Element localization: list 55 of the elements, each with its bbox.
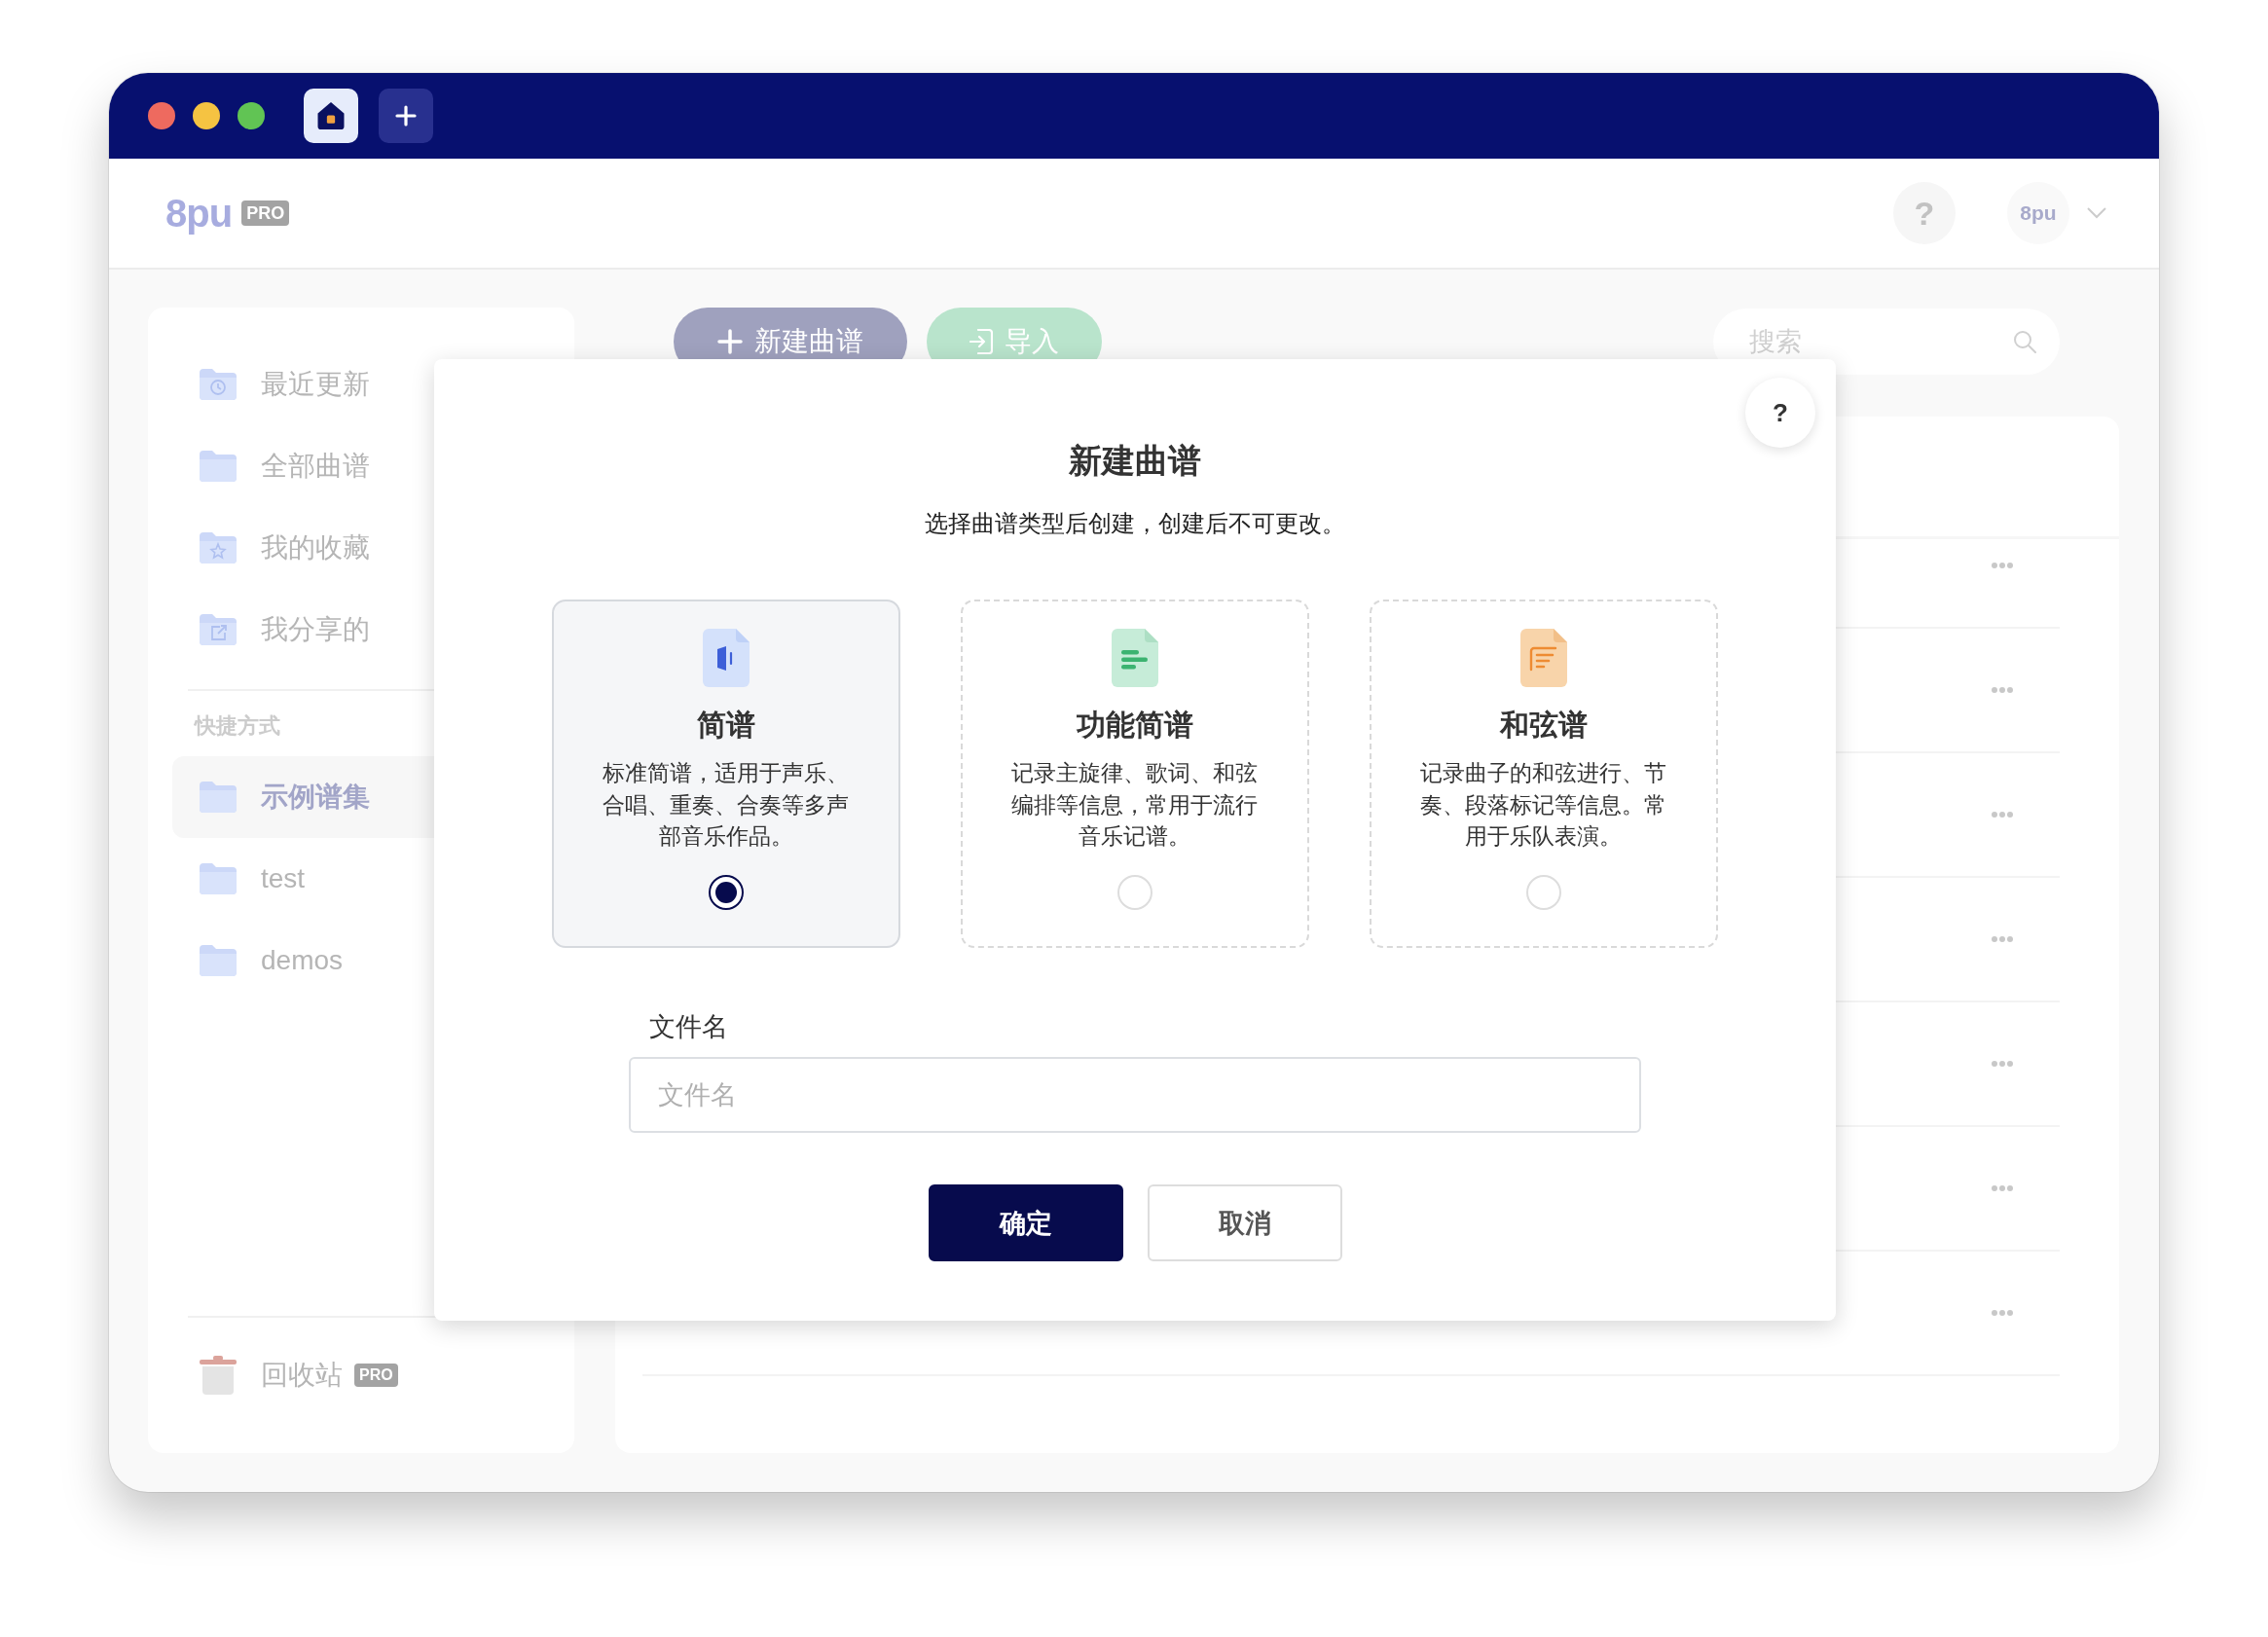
option-description: 记录主旋律、歌词、和弦编排等信息，常用于流行音乐记谱。 [1010, 759, 1260, 851]
folder-icon [200, 863, 237, 894]
folder-icon [200, 782, 237, 813]
sidebar-item[interactable]: 最近更新 [148, 344, 574, 425]
trash-icon [200, 1356, 237, 1395]
pro-badge: PRO [241, 200, 290, 226]
dialog-subtitle: 选择曲谱类型后创建，创建后不可更改。 [925, 509, 1345, 538]
filename-field[interactable]: 文件名 [629, 1057, 1641, 1133]
confirm-button[interactable]: 确定 [928, 1184, 1123, 1261]
close-icon[interactable] [148, 102, 175, 129]
minimize-icon[interactable] [193, 102, 220, 129]
user-avatar[interactable]: 8pu [2007, 182, 2069, 244]
help-button[interactable]: ? [1745, 378, 1815, 448]
new-tab-button[interactable] [379, 89, 433, 143]
radio-button[interactable] [709, 874, 744, 910]
more-icon[interactable] [1992, 1310, 2013, 1316]
home-icon [316, 102, 346, 129]
import-icon [969, 329, 993, 354]
folder-star-icon [200, 532, 237, 564]
home-tab[interactable] [304, 89, 358, 143]
folder-clock-icon [200, 369, 237, 400]
logo[interactable]: 8pu [165, 194, 233, 233]
search-icon[interactable] [2013, 330, 2036, 353]
more-icon[interactable] [1992, 812, 2013, 818]
folder-share-icon [200, 614, 237, 645]
more-icon[interactable] [1992, 1185, 2013, 1191]
more-icon[interactable] [1992, 1061, 2013, 1067]
option-card[interactable]: 功能简谱 记录主旋律、歌词、和弦编排等信息，常用于流行音乐记谱。 [961, 600, 1309, 948]
sidebar-item[interactable]: 全部曲谱 [148, 425, 574, 507]
bracket-document-icon [703, 629, 750, 687]
more-icon[interactable] [1992, 687, 2013, 693]
more-icon[interactable] [1992, 563, 2013, 568]
option-title: 和弦谱 [1500, 708, 1588, 743]
option-card[interactable]: 和弦谱 记录曲子的和弦进行、节奏、段落标记等信息。常用于乐队表演。 [1370, 600, 1718, 948]
field-label: 文件名 [648, 1011, 728, 1043]
more-icon[interactable] [1992, 936, 2013, 942]
plus-icon [395, 105, 417, 127]
option-description: 标准简谱，适用于声乐、合唱、重奏、合奏等多声部音乐作品。 [602, 759, 851, 851]
pro-badge: PRO [354, 1364, 398, 1387]
option-card[interactable]: 简谱 标准简谱，适用于声乐、合唱、重奏、合奏等多声部音乐作品。 [552, 600, 900, 948]
plus-icon [717, 329, 743, 354]
dialog-title: 新建曲谱 [1069, 441, 1201, 481]
cancel-button[interactable]: 取消 [1147, 1184, 1342, 1261]
lines-document-icon [1112, 629, 1158, 687]
help-button[interactable]: ? [1893, 182, 1956, 244]
option-title: 简谱 [697, 708, 755, 743]
option-title: 功能简谱 [1077, 708, 1193, 743]
list-document-icon [1520, 629, 1567, 687]
sidebar-item[interactable]: 我的收藏 [148, 507, 574, 589]
trash-item[interactable]: 回收站 PRO [148, 1336, 574, 1414]
maximize-icon[interactable] [238, 102, 265, 129]
chevron-down-icon[interactable] [2087, 207, 2106, 219]
folder-icon [200, 451, 237, 482]
folder-icon [200, 945, 237, 976]
option-description: 记录曲子的和弦进行、节奏、段落标记等信息。常用于乐队表演。 [1419, 759, 1668, 851]
